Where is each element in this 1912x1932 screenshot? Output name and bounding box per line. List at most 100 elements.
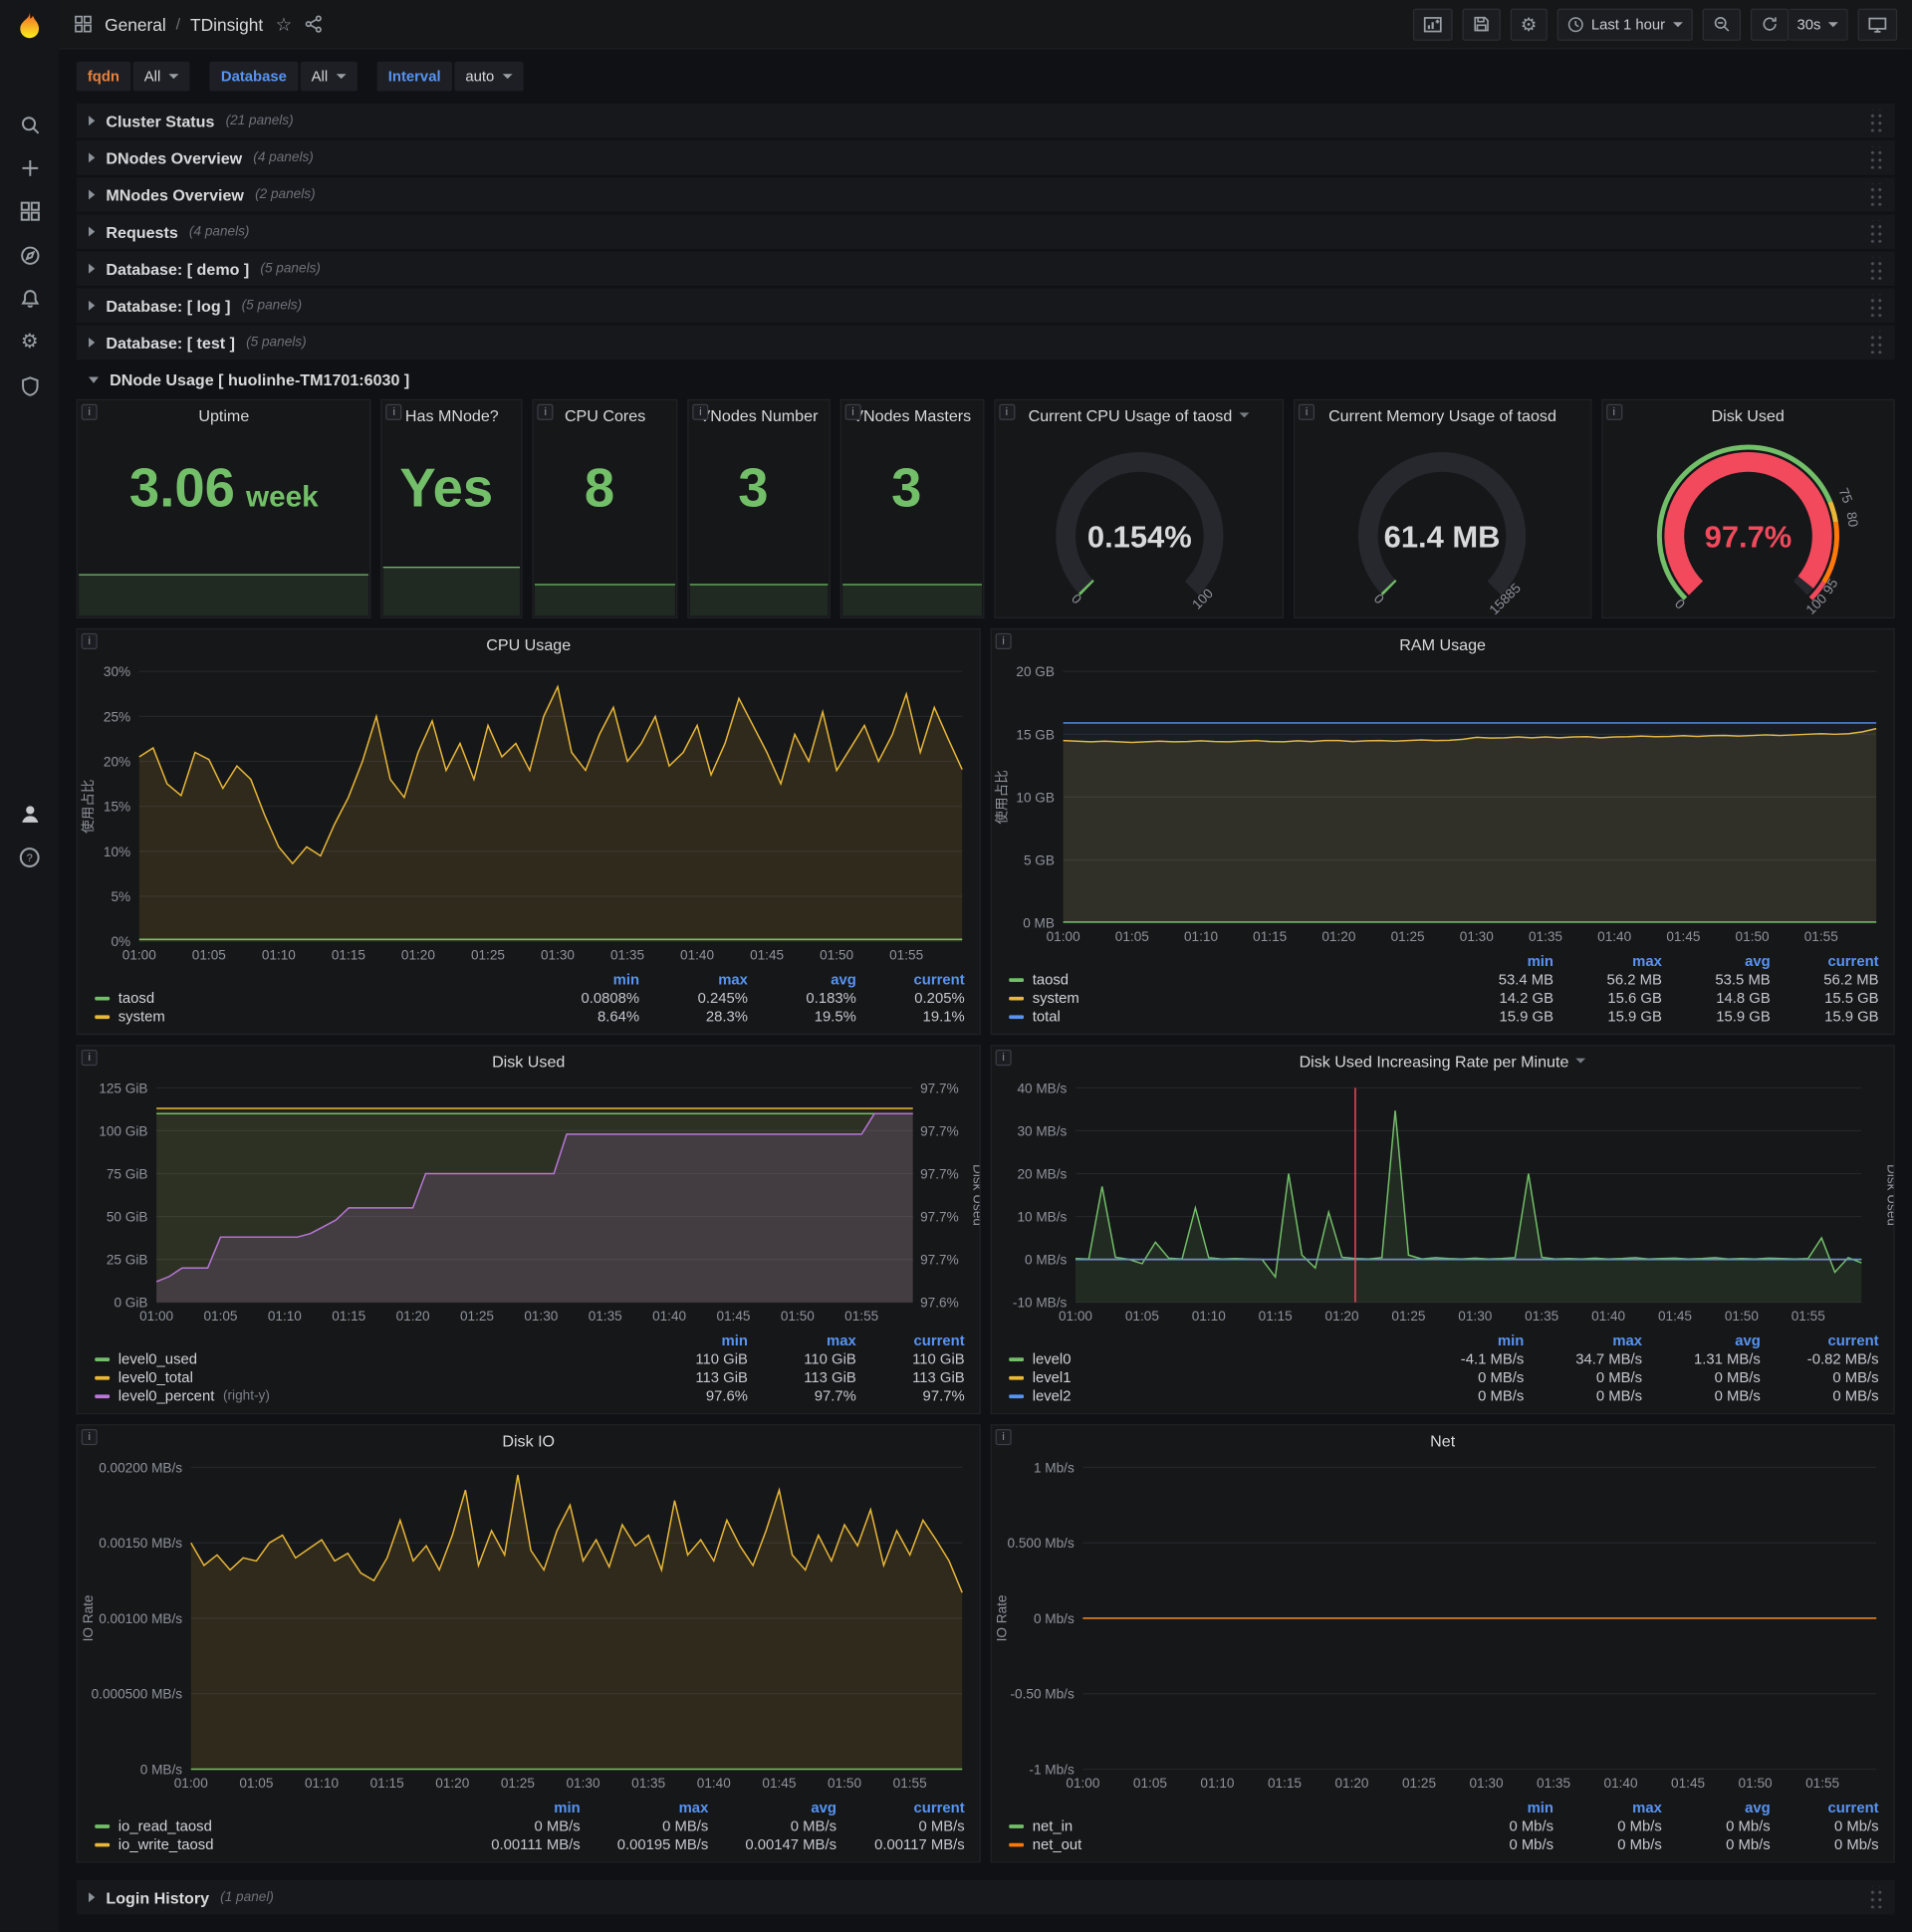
panel-title[interactable]: Disk IO: [502, 1431, 555, 1450]
chart-plot-area[interactable]: 0 MB 5 GB 10 GB 15 GB 20 GB 01:00 01:05 01:10 01…: [992, 659, 1894, 950]
row-dnode-usage[interactable]: DNode Usage [ huolinhe-TM1701:6030 ]: [77, 362, 1895, 397]
share-icon[interactable]: [305, 15, 324, 34]
legend-series-system[interactable]: system: [95, 1008, 531, 1025]
row-requests[interactable]: Requests (4 panels): [76, 214, 1895, 249]
row-cluster-status[interactable]: Cluster Status (21 panels): [76, 103, 1895, 138]
variable-value-dropdown[interactable]: All: [132, 61, 190, 92]
panel-title[interactable]: VNodes Number: [700, 406, 819, 425]
legend-series-level1[interactable]: level1: [1009, 1368, 1405, 1386]
info-icon[interactable]: i: [81, 1429, 98, 1446]
panel-title[interactable]: Has MNode?: [405, 406, 499, 425]
help-question-icon[interactable]: ?: [0, 839, 59, 875]
legend-column-min[interactable]: min: [452, 1799, 580, 1815]
variable-value-dropdown[interactable]: auto: [454, 61, 524, 92]
legend-series-level0_total[interactable]: level0_total: [95, 1368, 639, 1386]
info-icon[interactable]: i: [998, 403, 1015, 420]
legend-column-max[interactable]: max: [748, 1331, 856, 1348]
search-icon[interactable]: [0, 106, 59, 142]
legend-column-avg[interactable]: avg: [1662, 952, 1771, 969]
panel-title[interactable]: Current CPU Usage of taosd: [1029, 406, 1233, 425]
row-database-test[interactable]: Database: [ test ] (5 panels): [76, 325, 1895, 361]
panel-title[interactable]: Disk Used: [1712, 406, 1785, 425]
panel-title[interactable]: Net: [1430, 1431, 1455, 1450]
chart-canvas[interactable]: 0%5%10%15%20%25%30%01:00 01:05 01:10 01:15 0…: [78, 659, 980, 969]
panel-title[interactable]: Uptime: [198, 406, 249, 425]
legend-column-min[interactable]: min: [1445, 952, 1554, 969]
legend-column-avg[interactable]: avg: [1662, 1799, 1771, 1815]
legend-column-max[interactable]: max: [1554, 1799, 1662, 1815]
info-icon[interactable]: i: [844, 403, 861, 420]
chart-plot-area[interactable]: 0 GiB 25 GiB 50 GiB 75 GiB 100 GiB 125 GiB 97.…: [78, 1076, 980, 1329]
legend-column-current[interactable]: current: [1771, 952, 1878, 969]
breadcrumb-folder[interactable]: General: [105, 14, 166, 34]
legend-series-net_out[interactable]: net_out: [1009, 1835, 1445, 1853]
info-icon[interactable]: i: [81, 632, 98, 649]
info-icon[interactable]: i: [995, 1429, 1012, 1446]
legend-series-io_read_taosd[interactable]: io_read_taosd: [95, 1817, 452, 1834]
legend-column-avg[interactable]: avg: [1642, 1331, 1761, 1348]
chart-canvas[interactable]: -1 Mb/s-0.50 Mb/s0 Mb/s0.500 Mb/s1 Mb/s0…: [992, 1455, 1894, 1797]
time-range-picker[interactable]: Last 1 hour: [1556, 8, 1693, 41]
refresh-interval-dropdown[interactable]: 30s: [1788, 8, 1848, 41]
legend-series-system[interactable]: system: [1009, 989, 1445, 1007]
chart-canvas[interactable]: 0 MB/s0.000500 MB/s0.00100 MB/s0.00150 M…: [78, 1455, 980, 1797]
add-panel-button[interactable]: [1413, 8, 1453, 41]
alerting-bell-icon[interactable]: [0, 280, 59, 317]
variable-value-dropdown[interactable]: All: [300, 61, 358, 92]
refresh-button[interactable]: [1750, 8, 1789, 41]
info-icon[interactable]: i: [692, 403, 709, 420]
legend-column-current[interactable]: current: [856, 1331, 965, 1348]
panel-title[interactable]: VNodes Masters: [852, 406, 971, 425]
cycle-view-button[interactable]: [1857, 8, 1898, 41]
info-icon[interactable]: i: [995, 1050, 1012, 1067]
legend-column-current[interactable]: current: [836, 1799, 965, 1815]
dashboard-settings-gear-icon[interactable]: ⚙: [1510, 8, 1548, 41]
legend-series-level0[interactable]: level0: [1009, 1350, 1405, 1367]
legend-column-max[interactable]: max: [581, 1799, 709, 1815]
drag-handle-icon[interactable]: [1867, 331, 1883, 355]
row-database-log[interactable]: Database: [ log ] (5 panels): [76, 288, 1895, 324]
panel-title[interactable]: RAM Usage: [1399, 635, 1486, 654]
drag-handle-icon[interactable]: [1867, 220, 1883, 243]
grafana-logo-icon[interactable]: [12, 9, 47, 44]
legend-column-min[interactable]: min: [1445, 1799, 1554, 1815]
legend-column-min[interactable]: min: [639, 1331, 748, 1348]
legend-series-taosd[interactable]: taosd: [95, 989, 531, 1007]
legend-column-avg[interactable]: avg: [748, 971, 856, 988]
explore-compass-icon[interactable]: [0, 237, 59, 274]
legend-column-current[interactable]: current: [1771, 1799, 1878, 1815]
legend-series-level2[interactable]: level2: [1009, 1387, 1405, 1404]
info-icon[interactable]: i: [385, 403, 402, 420]
row-database-demo[interactable]: Database: [ demo ] (5 panels): [76, 251, 1895, 287]
legend-series-net_in[interactable]: net_in: [1009, 1817, 1445, 1834]
zoom-out-button[interactable]: [1702, 8, 1741, 41]
legend-column-current[interactable]: current: [856, 971, 965, 988]
drag-handle-icon[interactable]: [1867, 257, 1883, 280]
legend-series-level0_percent[interactable]: level0_percent (right-y): [95, 1387, 639, 1404]
panel-title[interactable]: Disk Used Increasing Rate per Minute: [1300, 1052, 1569, 1071]
chart-plot-area[interactable]: 0 MB/s 0.000500 MB/s 0.00100 MB/s 0.00150 M…: [78, 1455, 980, 1797]
legend-column-max[interactable]: max: [639, 971, 748, 988]
create-plus-icon[interactable]: [0, 149, 59, 186]
chart-plot-area[interactable]: -1 Mb/s -0.50 Mb/s 0 Mb/s 0.500 Mb/s 1 Mb/s 0…: [992, 1455, 1894, 1797]
star-icon[interactable]: ☆: [276, 13, 293, 35]
legend-column-avg[interactable]: avg: [708, 1799, 836, 1815]
info-icon[interactable]: i: [537, 403, 554, 420]
legend-column-current[interactable]: current: [1761, 1331, 1878, 1348]
panel-title[interactable]: CPU Usage: [486, 635, 571, 654]
legend-series-io_write_taosd[interactable]: io_write_taosd: [95, 1835, 452, 1853]
chart-canvas[interactable]: 0 GiB25 GiB50 GiB75 GiB100 GiB125 GiB97.…: [78, 1076, 980, 1329]
profile-avatar-icon[interactable]: [0, 795, 59, 832]
legend-column-max[interactable]: max: [1554, 952, 1662, 969]
chart-plot-area[interactable]: -10 MB/s 0 MB/s 10 MB/s 20 MB/s 30 MB/s 40 MB…: [992, 1076, 1893, 1329]
info-icon[interactable]: i: [1299, 403, 1315, 420]
info-icon[interactable]: i: [81, 403, 98, 420]
row-login-history[interactable]: Login History (1 panel): [76, 1879, 1895, 1915]
panel-title[interactable]: CPU Cores: [565, 406, 645, 425]
row-dnodes-overview[interactable]: DNodes Overview (4 panels): [76, 140, 1895, 175]
configuration-gear-icon[interactable]: ⚙: [0, 323, 59, 360]
page-title[interactable]: TDinsight: [190, 14, 263, 34]
legend-column-min[interactable]: min: [1406, 1331, 1524, 1348]
drag-handle-icon[interactable]: [1867, 183, 1883, 206]
panel-title[interactable]: Current Memory Usage of taosd: [1328, 406, 1556, 425]
